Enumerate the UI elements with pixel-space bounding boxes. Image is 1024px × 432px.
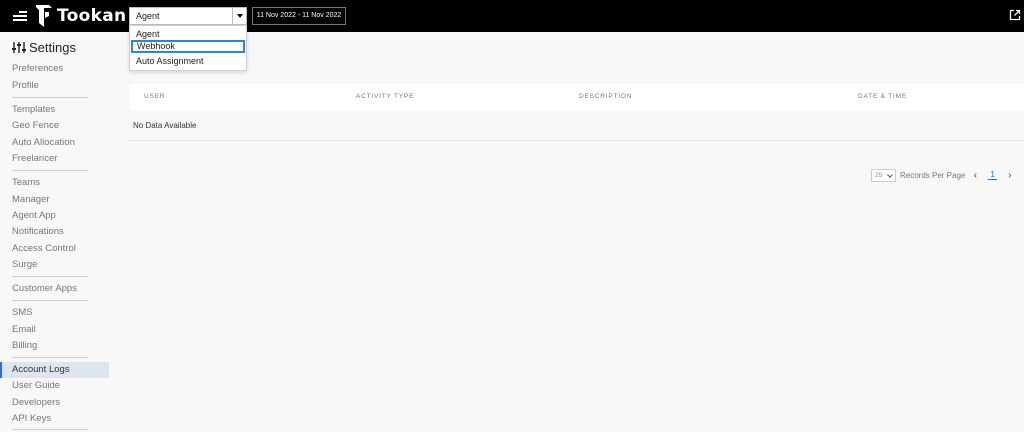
- pagination: 25 Records Per Page ‹ 1 ›: [871, 168, 1014, 182]
- sidebar-title-text: Settings: [29, 40, 76, 55]
- log-type-dropdown: Agent Webhook Auto Assignment: [129, 25, 247, 71]
- sidebar-item-customer-apps[interactable]: Customer Apps: [12, 283, 77, 294]
- sidebar-item-auto-allocation[interactable]: Auto Allocation: [12, 137, 75, 148]
- records-per-page-select[interactable]: 25: [871, 168, 896, 182]
- settings-sidebar: Settings Preferences Profile Templates G…: [0, 32, 109, 432]
- sidebar-item-billing[interactable]: Billing: [12, 340, 37, 351]
- sidebar-item-manager[interactable]: Manager: [12, 194, 50, 205]
- sidebar-item-freelancer[interactable]: Freelancer: [12, 153, 57, 164]
- column-header-description[interactable]: DESCRIPTION: [579, 93, 632, 100]
- settings-sliders-icon: [12, 42, 26, 53]
- sidebar-item-agent-app[interactable]: Agent App: [12, 210, 56, 221]
- date-range-picker[interactable]: 11 Nov 2022 - 11 Nov 2022: [252, 7, 346, 25]
- external-link-icon[interactable]: [1009, 9, 1021, 21]
- account-logs-table: USER ACTIVITY TYPE DESCRIPTION DATE & TI…: [129, 84, 1024, 110]
- sidebar-item-profile[interactable]: Profile: [12, 80, 39, 91]
- column-header-user[interactable]: USER: [144, 93, 165, 100]
- sidebar-item-notifications[interactable]: Notifications: [12, 226, 64, 237]
- tookan-logo-icon: [36, 5, 52, 27]
- empty-table-message: No Data Available: [133, 121, 197, 130]
- records-per-page-value: 25: [875, 171, 883, 179]
- sidebar-item-user-guide[interactable]: User Guide: [12, 380, 60, 391]
- table-header: USER ACTIVITY TYPE DESCRIPTION DATE & TI…: [129, 84, 1024, 110]
- sidebar-divider: [12, 357, 88, 358]
- sidebar-divider: [12, 300, 88, 301]
- log-type-value: Agent: [136, 11, 160, 21]
- sidebar-title: Settings: [12, 40, 76, 55]
- column-header-activity-type[interactable]: ACTIVITY TYPE: [356, 93, 414, 100]
- sidebar-item-preferences[interactable]: Preferences: [12, 63, 63, 74]
- sidebar-item-geo-fence[interactable]: Geo Fence: [12, 120, 59, 131]
- log-type-select[interactable]: Agent: [129, 7, 247, 25]
- sidebar-item-api-keys[interactable]: API Keys: [12, 413, 51, 424]
- sidebar-item-sms[interactable]: SMS: [12, 307, 33, 318]
- caret-down-icon[interactable]: [232, 8, 246, 24]
- hamburger-menu-icon[interactable]: [13, 11, 27, 21]
- sidebar-item-teams[interactable]: Teams: [12, 177, 40, 188]
- chevron-down-icon: [887, 171, 893, 178]
- table-divider: [129, 140, 1024, 141]
- sidebar-item-templates[interactable]: Templates: [12, 104, 55, 115]
- page-number-current[interactable]: 1: [988, 170, 997, 180]
- chevron-left-icon[interactable]: ‹: [971, 170, 979, 181]
- sidebar-divider: [12, 276, 88, 277]
- sidebar-divider: [12, 97, 88, 98]
- sidebar-item-email[interactable]: Email: [12, 324, 36, 335]
- sidebar-divider: [12, 170, 88, 171]
- records-per-page-label: Records Per Page: [900, 170, 966, 180]
- sidebar-item-developers[interactable]: Developers: [12, 397, 60, 408]
- chevron-right-icon[interactable]: ›: [1006, 170, 1014, 181]
- app-name: Tookan: [57, 6, 127, 26]
- sidebar-item-account-logs[interactable]: Account Logs: [0, 362, 109, 378]
- column-header-date-time[interactable]: DATE & TIME: [858, 93, 907, 100]
- dropdown-option-auto-assignment[interactable]: Auto Assignment: [131, 55, 245, 68]
- dropdown-option-webhook[interactable]: Webhook: [131, 40, 245, 53]
- sidebar-divider: [12, 429, 88, 430]
- sidebar-item-access-control[interactable]: Access Control: [12, 243, 76, 254]
- sidebar-item-surge[interactable]: Surge: [12, 259, 37, 270]
